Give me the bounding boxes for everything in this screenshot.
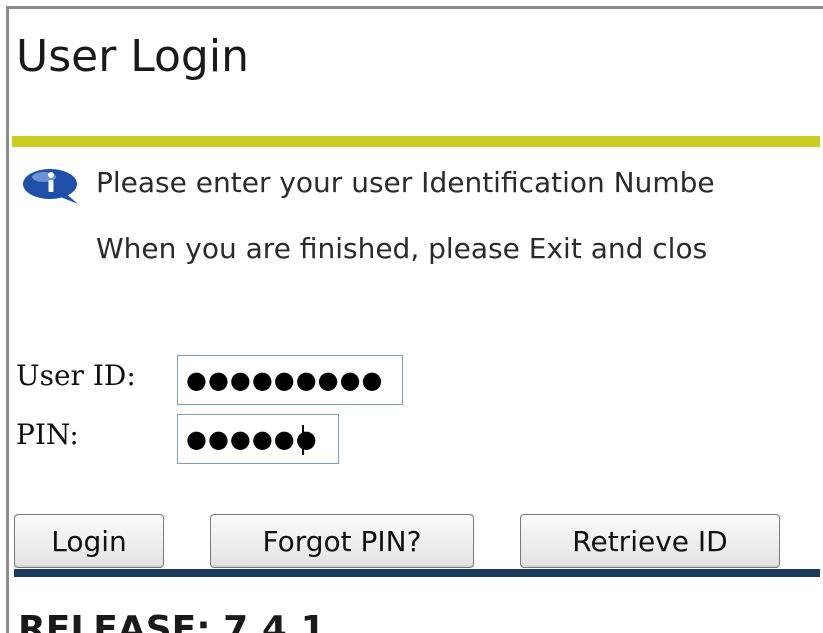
info-speech-bubble-icon — [23, 169, 78, 204]
release-version: RELEASE: 7.4.1 — [18, 609, 326, 633]
user-id-field[interactable] — [177, 355, 403, 405]
pin-label: PIN: — [16, 418, 79, 451]
user-id-label: User ID: — [16, 359, 136, 392]
pin-field[interactable] — [177, 414, 339, 464]
accent-divider — [12, 136, 820, 147]
text-cursor — [302, 425, 304, 455]
info-message-line-2: When you are finished, please Exit and c… — [96, 232, 708, 265]
retrieve-id-button[interactable]: Retrieve ID — [520, 514, 780, 568]
forgot-pin-button[interactable]: Forgot PIN? — [210, 514, 474, 568]
login-button[interactable]: Login — [14, 514, 164, 568]
bottom-divider — [14, 569, 820, 577]
info-message-line-1: Please enter your user Identification Nu… — [96, 166, 715, 199]
page-title: User Login — [16, 31, 249, 82]
